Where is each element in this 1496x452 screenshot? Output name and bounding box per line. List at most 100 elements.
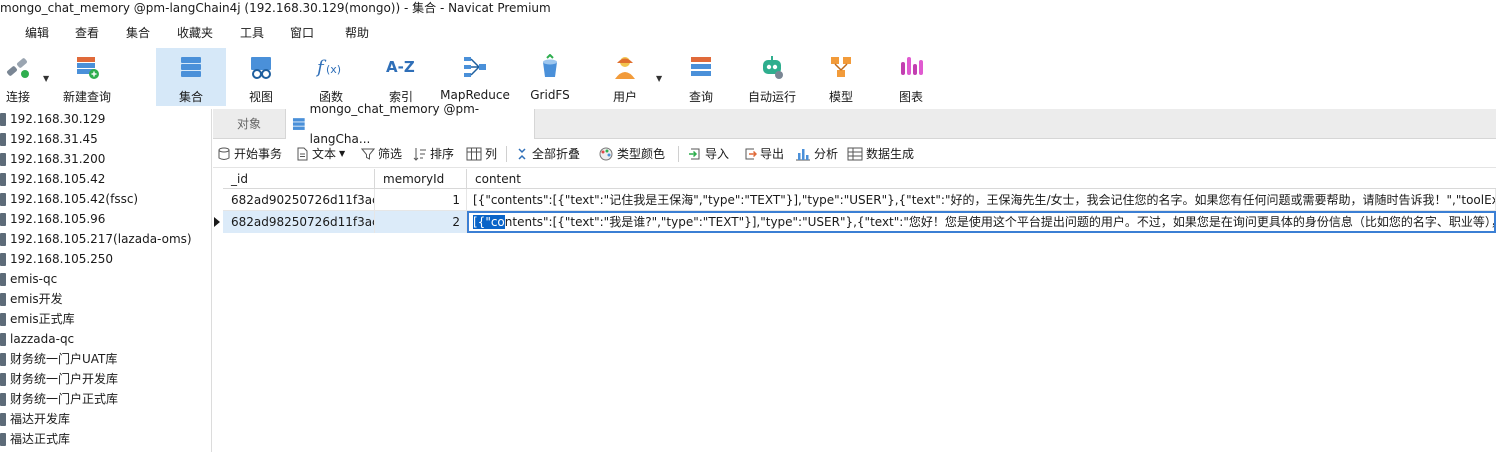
document-grid: _id memoryId content 682ad90250726d11f3a… xyxy=(214,169,1496,233)
sort-az-icon: A-Z xyxy=(386,52,416,82)
function-icon: f (x) xyxy=(316,52,346,82)
sidebar-item[interactable]: 192.168.105.250 xyxy=(0,249,211,269)
chevron-down-icon: ▼ xyxy=(339,149,346,158)
menu-edit[interactable]: 编辑 xyxy=(25,24,49,41)
collapse-all-button[interactable]: 全部折叠 xyxy=(515,145,580,162)
svg-text:A-Z: A-Z xyxy=(386,58,415,76)
collapse-icon xyxy=(518,147,526,160)
cell-memoryid[interactable]: 2 xyxy=(375,211,467,233)
menu-collection[interactable]: 集合 xyxy=(126,24,150,41)
new-query-button[interactable]: 新建查询 xyxy=(58,48,116,106)
tab-collection[interactable]: mongo_chat_memory @pm-langCha... xyxy=(285,102,535,146)
type-color-button[interactable]: 类型颜色 xyxy=(598,145,665,162)
connect-dropdown-icon[interactable]: ▼ xyxy=(43,74,49,83)
import-icon xyxy=(689,148,700,159)
sidebar-item[interactable]: 192.168.31.45 xyxy=(0,129,211,149)
connection-tree: 192.168.30.129 192.168.31.45 192.168.31.… xyxy=(0,109,212,452)
cell-content-editing[interactable]: [{"contents":[{"text":"我是谁?","type":"TEX… xyxy=(467,211,1496,233)
database-icon xyxy=(0,172,6,186)
grid-header: _id memoryId content xyxy=(223,169,1496,189)
bar-chart-icon xyxy=(796,148,810,160)
text-view-button[interactable]: 文本 ▼ xyxy=(295,145,345,162)
menu-favorites[interactable]: 收藏夹 xyxy=(177,24,213,41)
chart-button[interactable]: 图表 xyxy=(886,48,936,106)
database-icon xyxy=(0,252,6,266)
cell-memoryid[interactable]: 1 xyxy=(375,189,467,211)
cell-id[interactable]: 682ad98250726d11f3ac xyxy=(223,211,375,233)
analyze-button[interactable]: 分析 xyxy=(795,145,838,162)
sidebar-item[interactable]: 192.168.105.42(fssc) xyxy=(0,189,211,209)
svg-text:(x): (x) xyxy=(326,63,341,76)
sidebar-item[interactable]: 福达正式库 xyxy=(0,429,211,449)
sidebar-item[interactable]: emis正式库 xyxy=(0,309,211,329)
column-header-memoryid[interactable]: memoryId xyxy=(375,169,467,189)
connect-button[interactable]: 连接 xyxy=(0,48,36,106)
model-button[interactable]: 模型 xyxy=(816,48,866,106)
database-icon xyxy=(0,332,6,346)
sidebar-item[interactable]: 192.168.105.217(lazada-oms) xyxy=(0,229,211,249)
database-icon xyxy=(0,152,6,166)
columns-button[interactable]: 列 xyxy=(466,145,497,162)
sidebar-item[interactable]: emis-qc xyxy=(0,269,211,289)
menu-help[interactable]: 帮助 xyxy=(345,24,369,41)
sidebar-item[interactable]: 财务统一门户开发库 xyxy=(0,369,211,389)
database-icon xyxy=(0,292,6,306)
sidebar-item[interactable]: 福达开发库 xyxy=(0,409,211,429)
sidebar-item[interactable]: emis开发 xyxy=(0,289,211,309)
sidebar-item[interactable]: 192.168.105.42 xyxy=(0,169,211,189)
cell-id[interactable]: 682ad90250726d11f3ac xyxy=(223,189,375,211)
main-panel: 对象 mongo_chat_memory @pm-langCha... 开始事务… xyxy=(213,102,1496,452)
database-icon xyxy=(0,312,6,326)
user-icon xyxy=(610,52,640,82)
sidebar-item[interactable]: 192.168.31.200 xyxy=(0,149,211,169)
menu-tools[interactable]: 工具 xyxy=(240,24,264,41)
transaction-icon xyxy=(218,147,230,160)
data-generation-button[interactable]: 数据生成 xyxy=(847,145,914,162)
data-generation-icon xyxy=(847,147,863,160)
cell-content[interactable]: [{"contents":[{"text":"记住我是王保海","type":"… xyxy=(467,189,1496,211)
import-button[interactable]: 导入 xyxy=(688,145,729,162)
sidebar-item[interactable]: 192.168.30.129 xyxy=(0,109,211,129)
database-icon xyxy=(0,392,6,406)
view-icon xyxy=(246,52,276,82)
current-row-indicator-icon xyxy=(214,217,220,227)
sidebar-item[interactable]: 财务统一门户正式库 xyxy=(0,389,211,409)
menu-window[interactable]: 窗口 xyxy=(290,24,314,41)
tab-bar: 对象 mongo_chat_memory @pm-langCha... xyxy=(213,102,1496,146)
sidebar-item[interactable]: 财务统一门户UAT库 xyxy=(0,349,211,369)
view-button[interactable]: 视图 xyxy=(236,48,286,106)
database-icon xyxy=(0,412,6,426)
collection-icon xyxy=(176,52,206,82)
column-header-id[interactable]: _id xyxy=(223,169,375,189)
table-row[interactable]: 682ad90250726d11f3ac 1 [{"contents":[{"t… xyxy=(223,189,1496,211)
sidebar-item[interactable]: lazzada-qc xyxy=(0,329,211,349)
user-button[interactable]: 用户 xyxy=(602,48,648,106)
tab-objects[interactable]: 对象 xyxy=(213,109,285,139)
model-icon xyxy=(826,52,856,82)
database-icon xyxy=(0,232,6,246)
robot-icon xyxy=(757,52,787,82)
automation-button[interactable]: 自动运行 xyxy=(744,48,800,106)
table-row-selected[interactable]: 682ad98250726d11f3ac 2 [{"contents":[{"t… xyxy=(214,211,1496,233)
column-header-content[interactable]: content xyxy=(467,169,1496,189)
begin-transaction-button[interactable]: 开始事务 xyxy=(217,145,282,162)
sort-button[interactable]: 排序 xyxy=(413,145,454,162)
sidebar-item[interactable]: 192.168.105.96 xyxy=(0,209,211,229)
user-dropdown-icon[interactable]: ▼ xyxy=(656,74,662,83)
mapreduce-icon xyxy=(460,52,490,82)
plug-icon xyxy=(3,52,33,82)
menu-view[interactable]: 查看 xyxy=(75,24,99,41)
filter-button[interactable]: 筛选 xyxy=(361,145,402,162)
query-icon xyxy=(686,52,716,82)
database-icon xyxy=(0,132,6,146)
toolbar-divider xyxy=(678,146,679,162)
menu-bar: 编辑 查看 集合 收藏夹 工具 窗口 帮助 xyxy=(0,19,1496,45)
new-query-icon xyxy=(72,52,102,82)
export-icon xyxy=(745,148,757,159)
collection-button[interactable]: 集合 xyxy=(156,48,226,106)
selected-text: [{"co xyxy=(473,215,505,229)
query-button[interactable]: 查询 xyxy=(676,48,726,106)
palette-icon xyxy=(599,147,613,160)
collection-toolbar: 开始事务 文本 ▼ 筛选 排序 列 全部折叠 类型颜色 导入 导出 分析 数据生… xyxy=(213,139,1496,168)
export-button[interactable]: 导出 xyxy=(743,145,784,162)
